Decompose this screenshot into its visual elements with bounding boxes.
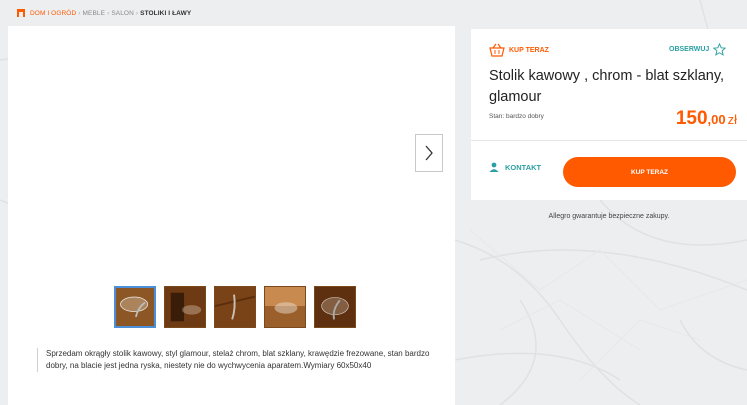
home-furniture-icon — [17, 9, 25, 17]
watch-label: OBSERWUJ — [669, 46, 710, 53]
offer-title: Stolik kawowy , chrom - blat szklany, gl… — [489, 68, 725, 105]
safe-purchase-note: Allegro gwarantuje bezpieczne zakupy. — [548, 213, 670, 220]
thumbnail-photo — [315, 287, 355, 327]
price-decimal: ,00 — [707, 112, 726, 127]
thumbnail-photo — [165, 287, 205, 327]
thumbnail-4[interactable] — [264, 286, 306, 328]
buy-now-badge-label: KUP TERAZ — [509, 46, 549, 54]
contact-button[interactable]: KONTAKT — [489, 162, 541, 172]
buy-now-badge: KUP TERAZ — [489, 43, 549, 57]
buy-now-button[interactable]: KUP TERAZ — [563, 157, 736, 187]
thumbnail-strip — [114, 286, 356, 328]
thumbnail-photo — [265, 287, 305, 327]
breadcrumb-separator: › — [107, 9, 110, 17]
gallery-next-button[interactable] — [415, 134, 443, 172]
breadcrumb-item-home-garden[interactable]: DOM I OGRÓD — [30, 10, 76, 17]
price-currency: zł — [727, 112, 737, 127]
product-description: Sprzedam okrągły stolik kawowy, styl gla… — [37, 348, 446, 372]
offer-price: 150,00 zł — [676, 108, 737, 130]
watch-button[interactable]: OBSERWUJ — [669, 43, 727, 56]
person-icon — [489, 162, 499, 172]
contact-label: KONTAKT — [505, 162, 542, 172]
price-integer: 150 — [675, 108, 708, 129]
thumbnail-5[interactable] — [314, 286, 356, 328]
basket-icon — [489, 43, 505, 57]
thumbnail-photo — [116, 288, 154, 326]
thumbnail-1[interactable] — [114, 286, 156, 328]
breadcrumb-item-tables: STOLIKI I ŁAWY — [140, 9, 192, 17]
breadcrumb-item-furniture[interactable]: MEBLE — [83, 10, 106, 17]
breadcrumb-separator: › — [78, 9, 81, 17]
star-icon — [713, 43, 727, 56]
card-divider — [471, 140, 747, 141]
breadcrumb-item-living-room[interactable]: SALON — [111, 10, 134, 17]
breadcrumb: DOM I OGRÓD › MEBLE › SALON › STOLIKI I … — [0, 0, 747, 26]
thumbnail-2[interactable] — [164, 286, 206, 328]
breadcrumb-separator: › — [135, 9, 139, 17]
buy-now-button-label: KUP TERAZ — [630, 168, 669, 176]
thumbnail-photo — [215, 287, 255, 327]
item-condition: Stan: bardzo dobry — [489, 113, 544, 120]
chevron-right-icon — [425, 145, 433, 161]
thumbnail-3[interactable] — [214, 286, 256, 328]
